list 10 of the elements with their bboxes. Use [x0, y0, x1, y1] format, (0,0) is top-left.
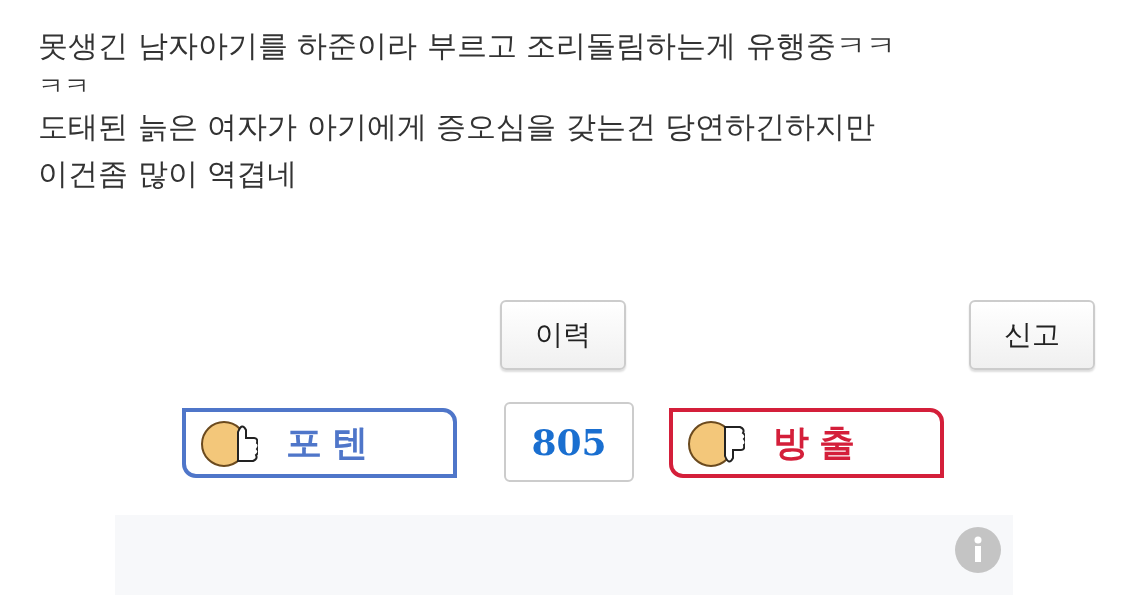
- post-text-line: 못생긴 남자아기를 하준이라 부르고 조리돌림하는게 유행중ㅋㅋ: [38, 27, 897, 65]
- history-button[interactable]: 이력: [500, 300, 626, 370]
- downvote-button[interactable]: 방출: [669, 408, 944, 478]
- post-text-line: 도태된 늙은 여자가 아기에게 증오심을 갖는건 당연하긴하지만: [38, 108, 877, 146]
- vote-count: 805: [504, 402, 634, 482]
- report-button[interactable]: 신고: [969, 300, 1095, 370]
- upvote-button[interactable]: 포텐: [182, 408, 457, 478]
- info-icon[interactable]: [955, 527, 1001, 573]
- post-text-line: 이건좀 많이 역겹네: [38, 155, 299, 193]
- post-text-line: ㅋㅋ: [38, 70, 91, 103]
